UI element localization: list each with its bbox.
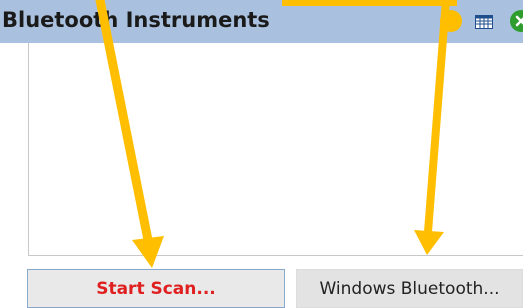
windows-bluetooth-button[interactable]: Windows Bluetooth...: [296, 269, 523, 308]
help-icon[interactable]: [440, 10, 462, 32]
title-bar: Bluetooth Instruments: [0, 0, 523, 43]
window-title: Bluetooth Instruments: [2, 8, 270, 32]
start-scan-button[interactable]: Start Scan...: [27, 269, 285, 308]
instrument-list[interactable]: [28, 43, 523, 256]
close-icon[interactable]: [510, 10, 523, 32]
bluetooth-instruments-window: Bluetooth Instruments Start Scan... Wind…: [0, 0, 523, 308]
grid-icon[interactable]: [475, 14, 493, 29]
